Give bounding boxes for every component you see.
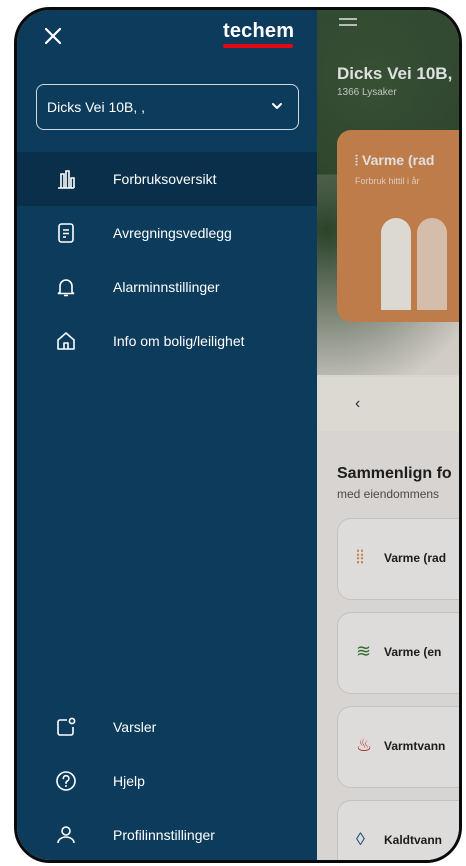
menu-item-profilinnstillinger[interactable]: Profilinnstillinger: [17, 808, 317, 860]
menu-item-forbruksoversikt[interactable]: Forbruksoversikt: [17, 152, 317, 206]
home-icon: [57, 332, 75, 350]
navigation-drawer: techem Dicks Vei 10B, , Forbruksoversikt: [17, 10, 317, 860]
menu-item-varsler[interactable]: Varsler: [17, 700, 317, 754]
bar-chart-icon: [58, 170, 75, 189]
logo-underline: [223, 44, 293, 48]
property-select[interactable]: Dicks Vei 10B, ,: [36, 84, 299, 130]
notification-icon: [57, 717, 76, 736]
menu-item-avregningsvedlegg[interactable]: Avregningsvedlegg: [17, 206, 317, 260]
property-select-value: Dicks Vei 10B, ,: [47, 99, 146, 115]
menu-item-hjelp[interactable]: Hjelp: [17, 754, 317, 808]
menu-item-alarminnstillinger[interactable]: Alarminnstillinger: [17, 260, 317, 314]
phone-frame: Dicks Vei 10B, 1366 Lysaker ⦙ Varme (rad…: [14, 7, 462, 863]
main-menu: Forbruksoversikt Avregningsvedlegg Alarm…: [17, 152, 317, 368]
document-icon: [58, 223, 74, 243]
user-icon: [57, 826, 75, 844]
close-icon[interactable]: [41, 24, 65, 48]
help-icon: [56, 771, 76, 791]
chevron-down-icon: [272, 103, 282, 109]
bell-icon: [57, 279, 75, 297]
techem-logo: techem: [223, 20, 294, 48]
bottom-menu: Varsler Hjelp Profilinnstillinger: [17, 700, 317, 860]
menu-item-info-bolig[interactable]: Info om bolig/leilighet: [17, 314, 317, 368]
